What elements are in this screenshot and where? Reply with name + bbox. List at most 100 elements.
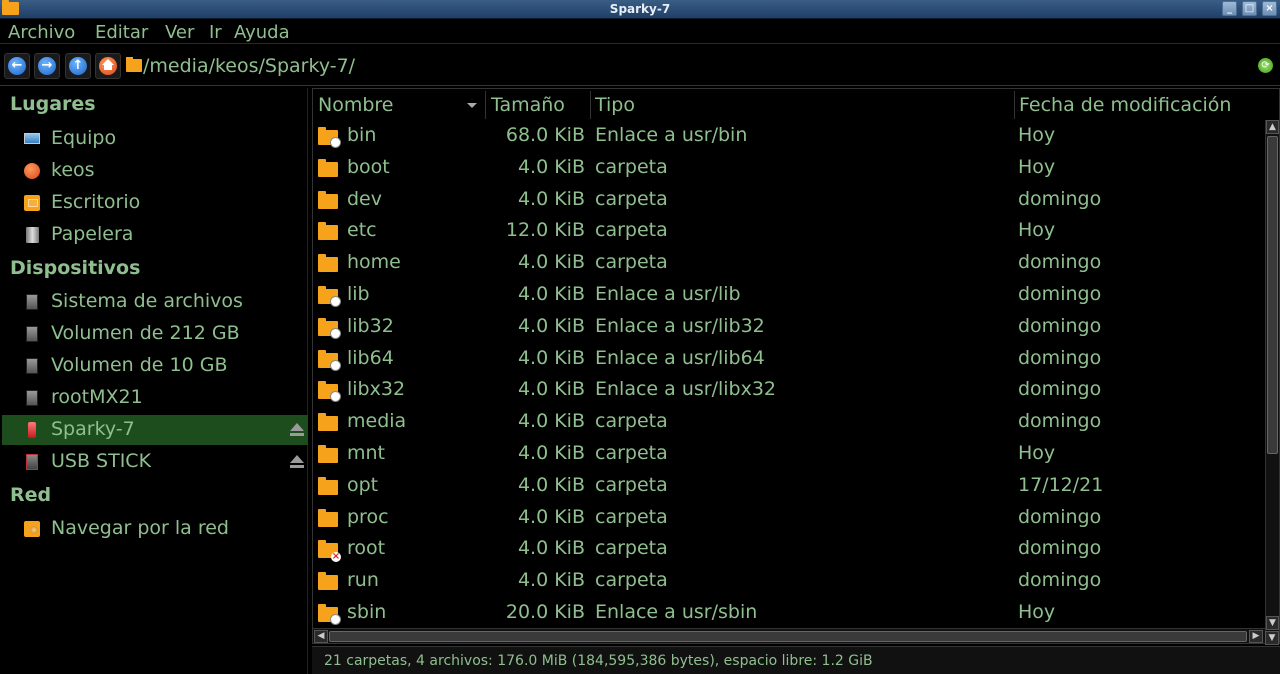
- maximize-button[interactable]: □: [1242, 1, 1257, 16]
- table-row[interactable]: home 4.0 KiB carpeta domingo: [313, 248, 1267, 280]
- close-button[interactable]: ×: [1262, 1, 1277, 16]
- menu-ver[interactable]: Ver: [165, 22, 194, 43]
- file-type: carpeta: [595, 219, 668, 242]
- folder-icon: [318, 572, 338, 591]
- scrollbar-thumb[interactable]: [1267, 136, 1278, 454]
- folder-icon: [318, 190, 338, 209]
- sidebar-item-equipo[interactable]: Equipo: [2, 124, 308, 154]
- folder-link-icon: [318, 381, 341, 403]
- file-name: lib64: [347, 346, 394, 369]
- table-row[interactable]: sbin 20.0 KiB Enlace a usr/sbin Hoy: [313, 598, 1267, 630]
- file-name: lib32: [347, 314, 394, 337]
- scroll-up-icon[interactable]: ▲: [1266, 120, 1279, 134]
- table-row[interactable]: lib32 4.0 KiB Enlace a usr/lib32 domingo: [313, 312, 1267, 344]
- table-row[interactable]: mnt 4.0 KiB carpeta Hoy: [313, 439, 1267, 471]
- folder-icon: [318, 222, 338, 241]
- column-header-size[interactable]: Tamaño: [487, 91, 591, 119]
- menu-editar[interactable]: Editar: [95, 22, 148, 43]
- sidebar-item-escritorio[interactable]: Escritorio: [2, 188, 308, 218]
- horizontal-scrollbar[interactable]: ◀ ▶: [313, 628, 1265, 643]
- table-row[interactable]: opt 4.0 KiB carpeta 17/12/21: [313, 471, 1267, 503]
- table-row[interactable]: root 4.0 KiB carpeta domingo: [313, 534, 1267, 566]
- file-size: 4.0 KiB: [517, 505, 585, 528]
- sidebar-item-filesystem[interactable]: Sistema de archivos: [2, 287, 308, 317]
- home-button[interactable]: [95, 53, 121, 79]
- file-date: domingo: [1018, 314, 1102, 337]
- sidebar-item-label: Navegar por la red: [51, 517, 229, 539]
- status-bar: 21 carpetas, 4 archivos: 176.0 MiB (184,…: [312, 646, 1280, 674]
- folder-icon: [126, 57, 142, 72]
- file-size: 4.0 KiB: [517, 442, 585, 464]
- sidebar-header-network: Red: [10, 484, 52, 506]
- menu-ayuda[interactable]: Ayuda: [234, 22, 290, 43]
- file-type: carpeta: [595, 473, 668, 496]
- file-date: domingo: [1018, 346, 1102, 369]
- sidebar-item-keos[interactable]: keos: [2, 156, 308, 186]
- folder-locked-icon: [318, 540, 341, 563]
- menu-archivo[interactable]: Archivo: [8, 22, 75, 43]
- table-row[interactable]: bin 68.0 KiB Enlace a usr/bin Hoy: [313, 121, 1267, 153]
- sidebar-item-rootmx21[interactable]: rootMX21: [2, 383, 308, 413]
- folder-icon: [318, 254, 338, 273]
- eject-icon[interactable]: [290, 455, 304, 469]
- file-date: Hoy: [1018, 219, 1056, 242]
- sidebar-item-papelera[interactable]: Papelera: [2, 220, 308, 250]
- scroll-down-icon[interactable]: ▼: [1265, 631, 1279, 645]
- file-type: Enlace a usr/lib32: [595, 314, 765, 337]
- file-date: domingo: [1018, 283, 1102, 305]
- eject-icon[interactable]: [290, 423, 304, 437]
- scrollbar-thumb[interactable]: [329, 631, 1247, 642]
- trash-icon: [26, 227, 39, 243]
- minimize-button[interactable]: _: [1222, 1, 1237, 16]
- file-name: root: [347, 537, 386, 560]
- folder-icon: [318, 476, 338, 495]
- file-size: 4.0 KiB: [517, 187, 585, 210]
- table-row[interactable]: libx32 4.0 KiB Enlace a usr/libx32 domin…: [313, 375, 1267, 407]
- file-date: domingo: [1018, 251, 1102, 274]
- folder-link-icon: [318, 317, 341, 339]
- folder-link-icon: [318, 604, 341, 625]
- forward-button[interactable]: →: [34, 53, 60, 79]
- sidebar-item-usb-stick[interactable]: USB STICK: [2, 447, 308, 477]
- file-type: carpeta: [595, 155, 668, 178]
- table-row[interactable]: run 4.0 KiB carpeta domingo: [313, 566, 1267, 598]
- file-type: carpeta: [595, 442, 668, 464]
- table-row[interactable]: proc 4.0 KiB carpeta domingo: [313, 503, 1267, 535]
- folder-icon: [318, 445, 338, 463]
- status-text: 21 carpetas, 4 archivos: 176.0 MiB (184,…: [324, 653, 873, 669]
- up-button[interactable]: ↑: [65, 53, 91, 79]
- sidebar-item-volume-212gb[interactable]: Volumen de 212 GB: [2, 319, 308, 349]
- column-header-date[interactable]: Fecha de modificación: [1015, 91, 1267, 119]
- file-date: domingo: [1018, 537, 1102, 560]
- reload-icon[interactable]: ⟳: [1258, 58, 1273, 73]
- table-row[interactable]: dev 4.0 KiB carpeta domingo: [313, 185, 1267, 217]
- table-row[interactable]: lib64 4.0 KiB Enlace a usr/lib64 domingo: [313, 344, 1267, 376]
- location-path[interactable]: /media/keos/Sparky-7/: [143, 55, 355, 77]
- usb-stick-icon: [26, 454, 38, 470]
- back-button[interactable]: ←: [4, 53, 30, 79]
- vertical-scrollbar[interactable]: ▲ ▼: [1265, 120, 1279, 631]
- menu-ir[interactable]: Ir: [209, 22, 222, 43]
- column-header-name[interactable]: Nombre: [314, 91, 486, 119]
- table-row[interactable]: boot 4.0 KiB carpeta Hoy: [313, 153, 1267, 185]
- file-type: carpeta: [595, 505, 668, 528]
- table-row[interactable]: lib 4.0 KiB Enlace a usr/lib domingo: [313, 280, 1267, 312]
- sidebar-item-volume-10gb[interactable]: Volumen de 10 GB: [2, 351, 308, 381]
- table-row[interactable]: etc 12.0 KiB carpeta Hoy: [313, 216, 1267, 248]
- scroll-right-icon[interactable]: ▶: [1249, 630, 1263, 643]
- sidebar-item-sparky7[interactable]: Sparky-7: [2, 415, 308, 445]
- folder-icon: [318, 508, 338, 527]
- file-date: domingo: [1018, 505, 1102, 528]
- column-header-label: Fecha de modificación: [1019, 94, 1232, 116]
- sidebar-item-browse-network[interactable]: Navegar por la red: [2, 514, 308, 544]
- file-type: Enlace a usr/sbin: [595, 601, 758, 623]
- file-size: 4.0 KiB: [517, 410, 585, 433]
- sidebar-item-label: USB STICK: [51, 450, 152, 472]
- scroll-down-icon[interactable]: ▼: [1266, 616, 1279, 630]
- file-date: Hoy: [1018, 124, 1056, 146]
- sidebar-item-label: keos: [51, 159, 95, 181]
- scroll-left-icon[interactable]: ◀: [314, 630, 328, 643]
- table-row[interactable]: media 4.0 KiB carpeta domingo: [313, 407, 1267, 439]
- folder-link-icon: [318, 349, 341, 371]
- column-header-type[interactable]: Tipo: [591, 91, 1015, 119]
